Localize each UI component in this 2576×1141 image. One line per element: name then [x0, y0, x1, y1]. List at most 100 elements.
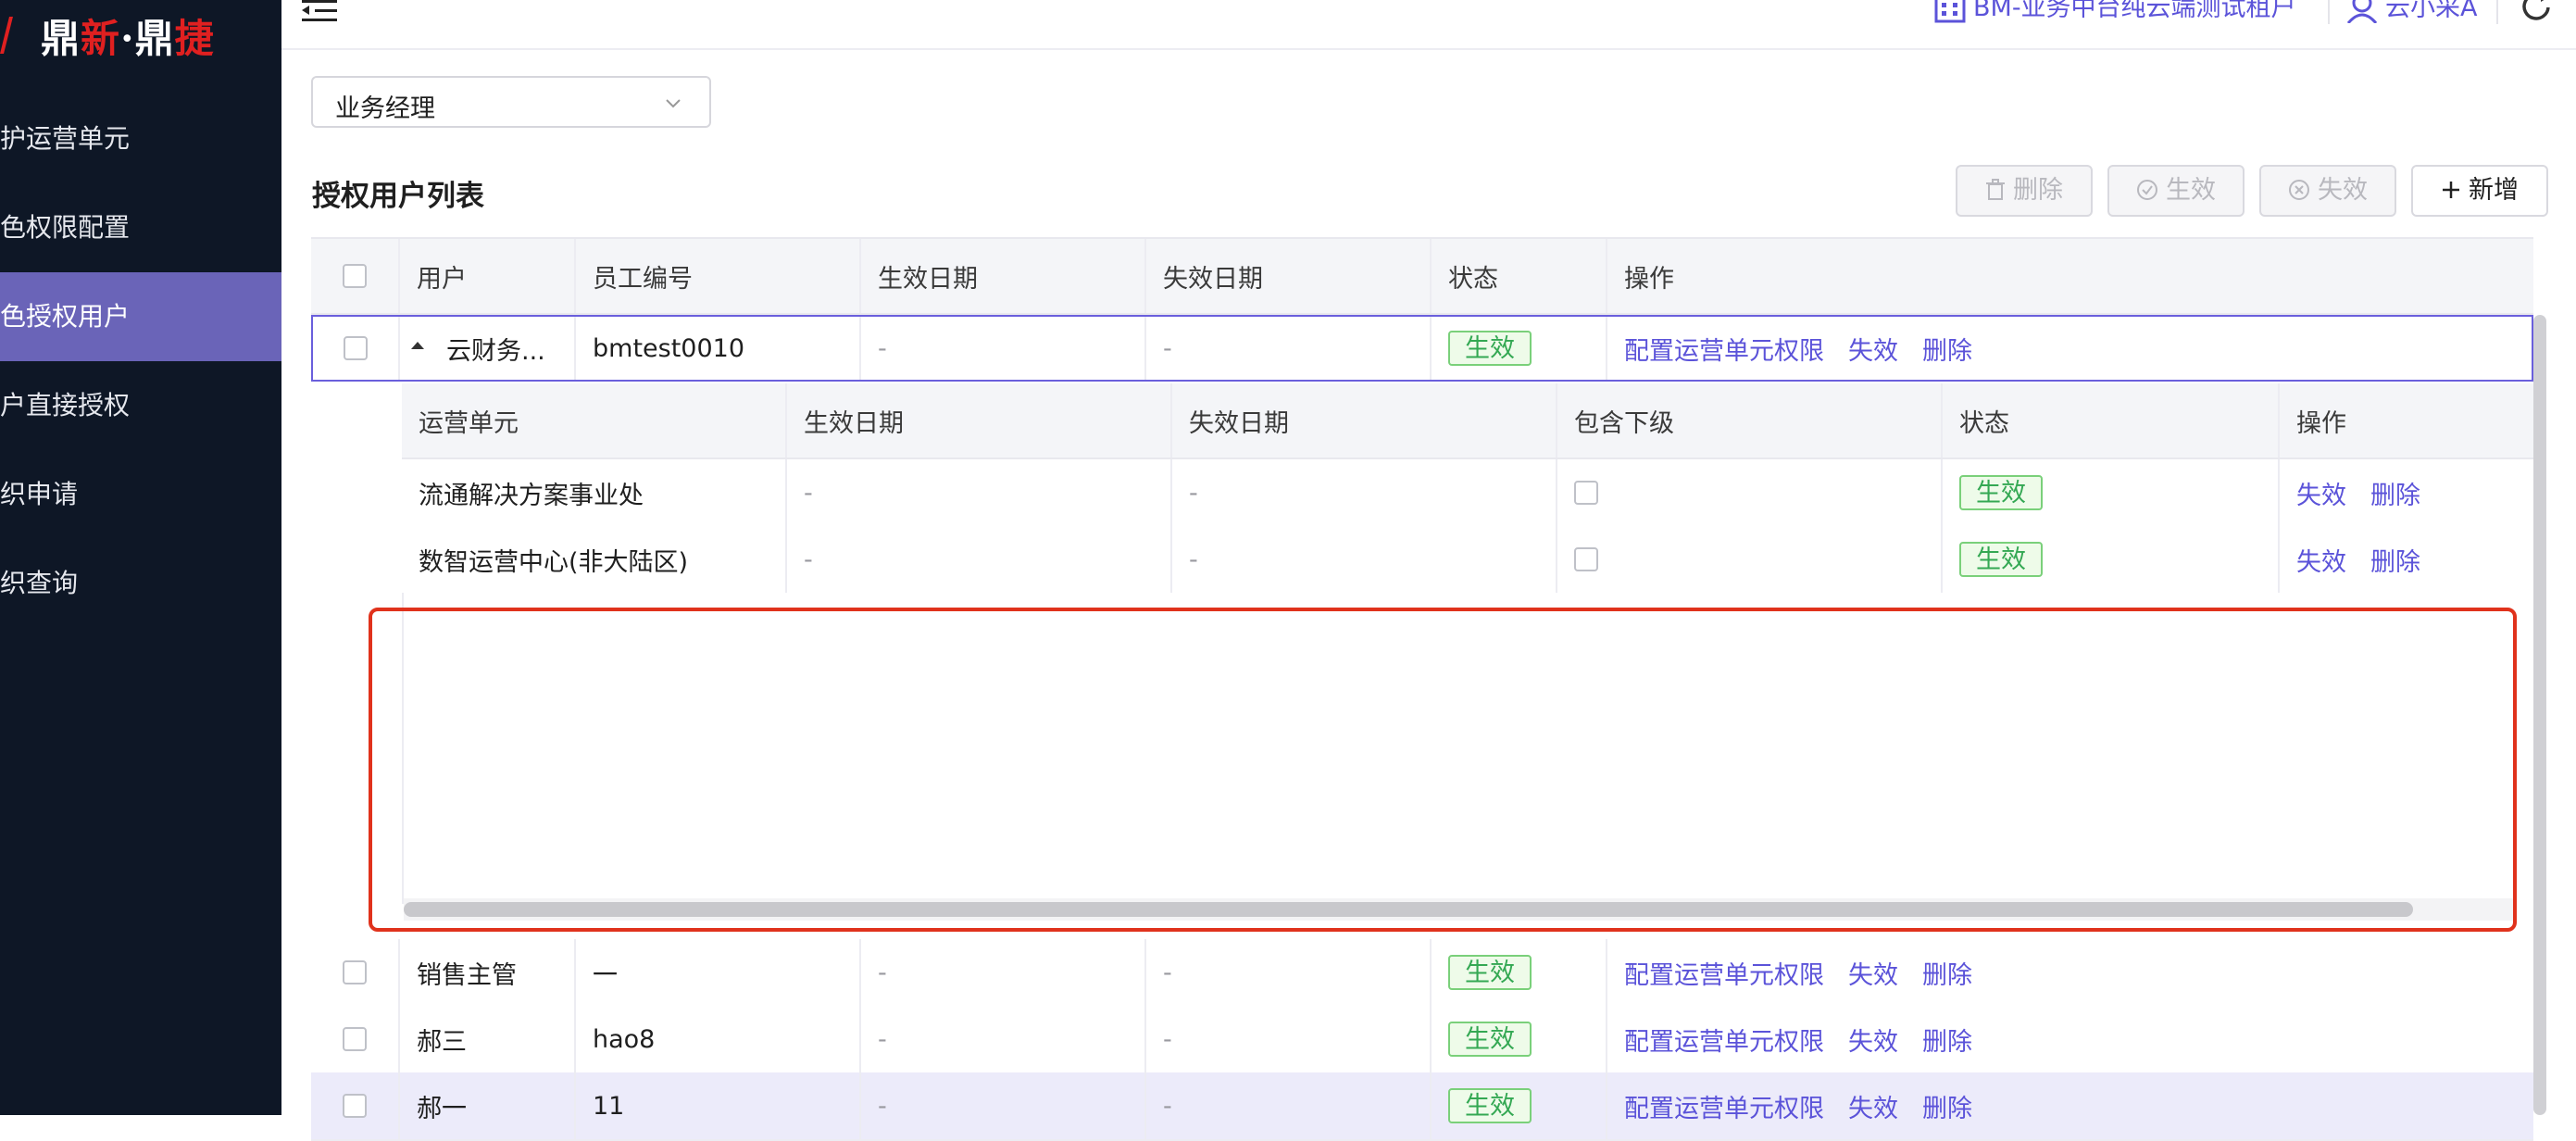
- page-title: 授权用户列表: [312, 180, 484, 213]
- status-cell: 生效: [1432, 317, 1607, 380]
- column-header[interactable]: 状态: [1943, 383, 2280, 458]
- select-all-cell: [311, 239, 400, 313]
- subtable-header: 运营单元 生效日期 失效日期 包含下级 状态 操作: [402, 383, 2533, 459]
- deactivate-link[interactable]: 失效: [2296, 542, 2346, 578]
- row-select-cell: [311, 1072, 400, 1139]
- actions-cell: 配置运营单元权限 失效 删除: [1607, 939, 2533, 1006]
- end-date-cell: -: [1146, 1006, 1432, 1072]
- row-checkbox[interactable]: [343, 1094, 367, 1118]
- column-header[interactable]: 生效日期: [861, 239, 1146, 313]
- include-sub-checkbox[interactable]: [1574, 547, 1598, 571]
- sidebar-item-role-authorized-users[interactable]: 角色授权用户: [0, 272, 281, 361]
- column-header[interactable]: 用户: [400, 239, 576, 313]
- column-header[interactable]: 员工编号: [576, 239, 861, 313]
- delete-link[interactable]: 删除: [1922, 1088, 1972, 1124]
- row-select-cell: [313, 317, 400, 380]
- start-date-cell: -: [861, 1072, 1146, 1139]
- status-cell: 生效: [1943, 526, 2280, 593]
- deactivate-link[interactable]: 失效: [1848, 1088, 1898, 1124]
- actions-cell: 失效 删除: [2280, 459, 2513, 526]
- sidebar-item-role-permissions[interactable]: 角色权限配置: [0, 183, 281, 272]
- include-sub-checkbox[interactable]: [1574, 481, 1598, 505]
- status-badge: 生效: [1448, 955, 1532, 990]
- vertical-scrollbar[interactable]: [2533, 315, 2546, 1115]
- delete-link[interactable]: 删除: [2370, 542, 2420, 578]
- configure-units-link[interactable]: 配置运营单元权限: [1624, 955, 1824, 991]
- sidebar-menu: 维护运营单元 角色权限配置 角色授权用户 用户直接授权 组织申请 组织查询: [0, 94, 281, 628]
- deactivate-link[interactable]: 失效: [1848, 331, 1898, 367]
- add-button[interactable]: 新增: [2411, 165, 2548, 217]
- emp-no-cell: 一: [576, 939, 861, 1006]
- configure-units-link[interactable]: 配置运营单元权限: [1624, 1088, 1824, 1124]
- row-select-cell: [311, 939, 400, 1006]
- include-sub-cell: [1557, 526, 1943, 593]
- start-date-cell: -: [861, 1006, 1146, 1072]
- status-cell: 生效: [1943, 459, 2280, 526]
- table-row[interactable]: 销售主管 一 - - 生效 配置运营单元权限 失效 删除: [311, 939, 2533, 1008]
- table-row[interactable]: 郝三 hao8 - - 生效 配置运营单元权限 失效 删除: [311, 1006, 2533, 1074]
- user-cell: 销售主管: [400, 939, 576, 1006]
- tenant-name: BM-业务中台纯云端测试租户: [1973, 0, 2296, 22]
- role-select[interactable]: 业务经理: [311, 76, 711, 128]
- column-header[interactable]: 状态: [1432, 239, 1607, 313]
- deactivate-link[interactable]: 失效: [1848, 1022, 1898, 1058]
- user-cell: 郝一: [400, 1072, 576, 1139]
- sidebar-item-org-query[interactable]: 组织查询: [0, 539, 281, 628]
- subtable-row[interactable]: 流通解决方案事业处 - - 生效 失效 删除: [402, 459, 2513, 528]
- configure-units-link[interactable]: 配置运营单元权限: [1624, 331, 1824, 367]
- refresh-icon[interactable]: [2519, 0, 2556, 26]
- row-checkbox[interactable]: [343, 960, 367, 984]
- delete-button[interactable]: 删除: [1956, 165, 2093, 217]
- top-bar: BM-业务中台纯云端测试租户 云小采A: [281, 0, 2576, 50]
- sidebar-item-org-apply[interactable]: 组织申请: [0, 450, 281, 539]
- deactivate-link[interactable]: 失效: [1848, 955, 1898, 991]
- end-date-cell: -: [1146, 939, 1432, 1006]
- include-sub-cell: [1557, 459, 1943, 526]
- unit-cell: 流通解决方案事业处: [402, 459, 787, 526]
- delete-link[interactable]: 删除: [1922, 1022, 1972, 1058]
- column-header[interactable]: 失效日期: [1146, 239, 1432, 313]
- table-row[interactable]: 郝一 11 - - 生效 配置运营单元权限 失效 删除: [311, 1072, 2533, 1141]
- column-header[interactable]: 包含下级: [1557, 383, 1943, 458]
- delete-link[interactable]: 删除: [1922, 955, 1972, 991]
- status-badge: 生效: [1448, 1088, 1532, 1123]
- column-header[interactable]: 生效日期: [787, 383, 1172, 458]
- column-header[interactable]: 失效日期: [1172, 383, 1557, 458]
- actions-cell: 配置运营单元权限 失效 删除: [1607, 1072, 2533, 1139]
- highlight-box: [369, 608, 2517, 932]
- logo-mark-icon: [0, 17, 13, 54]
- brand-logo: 鼎新·鼎捷: [0, 0, 281, 83]
- sidebar-item-user-direct-auth[interactable]: 用户直接授权: [0, 361, 281, 450]
- tenant-switcher[interactable]: BM-业务中台纯云端测试租户: [1934, 0, 2296, 23]
- deactivate-link[interactable]: 失效: [2296, 475, 2346, 511]
- row-checkbox[interactable]: [343, 1027, 367, 1051]
- status-cell: 生效: [1432, 1072, 1607, 1139]
- user-icon: [2346, 0, 2378, 24]
- delete-link[interactable]: 删除: [2370, 475, 2420, 511]
- column-header[interactable]: 运营单元: [402, 383, 787, 458]
- sidebar: 鼎新·鼎捷 维护运营单元 角色权限配置 角色授权用户 用户直接授权 组织申请 组…: [0, 0, 281, 1115]
- subtable-row[interactable]: 数智运营中心(非大陆区) - - 生效 失效 删除: [402, 526, 2513, 595]
- select-all-checkbox[interactable]: [343, 264, 367, 288]
- deactivate-button[interactable]: 失效: [2259, 165, 2396, 217]
- divider: [2496, 0, 2498, 24]
- check-circle-icon: [2137, 179, 2157, 200]
- status-badge: 生效: [1448, 331, 1532, 366]
- emp-no-cell: bmtest0010: [576, 317, 861, 380]
- row-checkbox[interactable]: [344, 336, 368, 360]
- menu-collapse-icon[interactable]: [298, 0, 341, 28]
- status-badge: 生效: [1448, 1022, 1532, 1057]
- sidebar-item-maintain-units[interactable]: 维护运营单元: [0, 94, 281, 183]
- start-date-cell: -: [861, 317, 1146, 380]
- configure-units-link[interactable]: 配置运营单元权限: [1624, 1022, 1824, 1058]
- actions-cell: 配置运营单元权限 失效 删除: [1607, 1006, 2533, 1072]
- row-select-cell: [311, 1006, 400, 1072]
- status-cell: 生效: [1432, 939, 1607, 1006]
- table-row[interactable]: 云财务... bmtest0010 - - 生效 配置运营单元权限 失效 删除: [311, 315, 2533, 382]
- plus-icon: [2443, 181, 2459, 198]
- delete-link[interactable]: 删除: [1922, 331, 1972, 367]
- divider: [2328, 0, 2330, 24]
- user-menu[interactable]: 云小采A: [2346, 0, 2477, 24]
- activate-button[interactable]: 生效: [2107, 165, 2245, 217]
- collapse-arrow-icon[interactable]: [411, 342, 424, 349]
